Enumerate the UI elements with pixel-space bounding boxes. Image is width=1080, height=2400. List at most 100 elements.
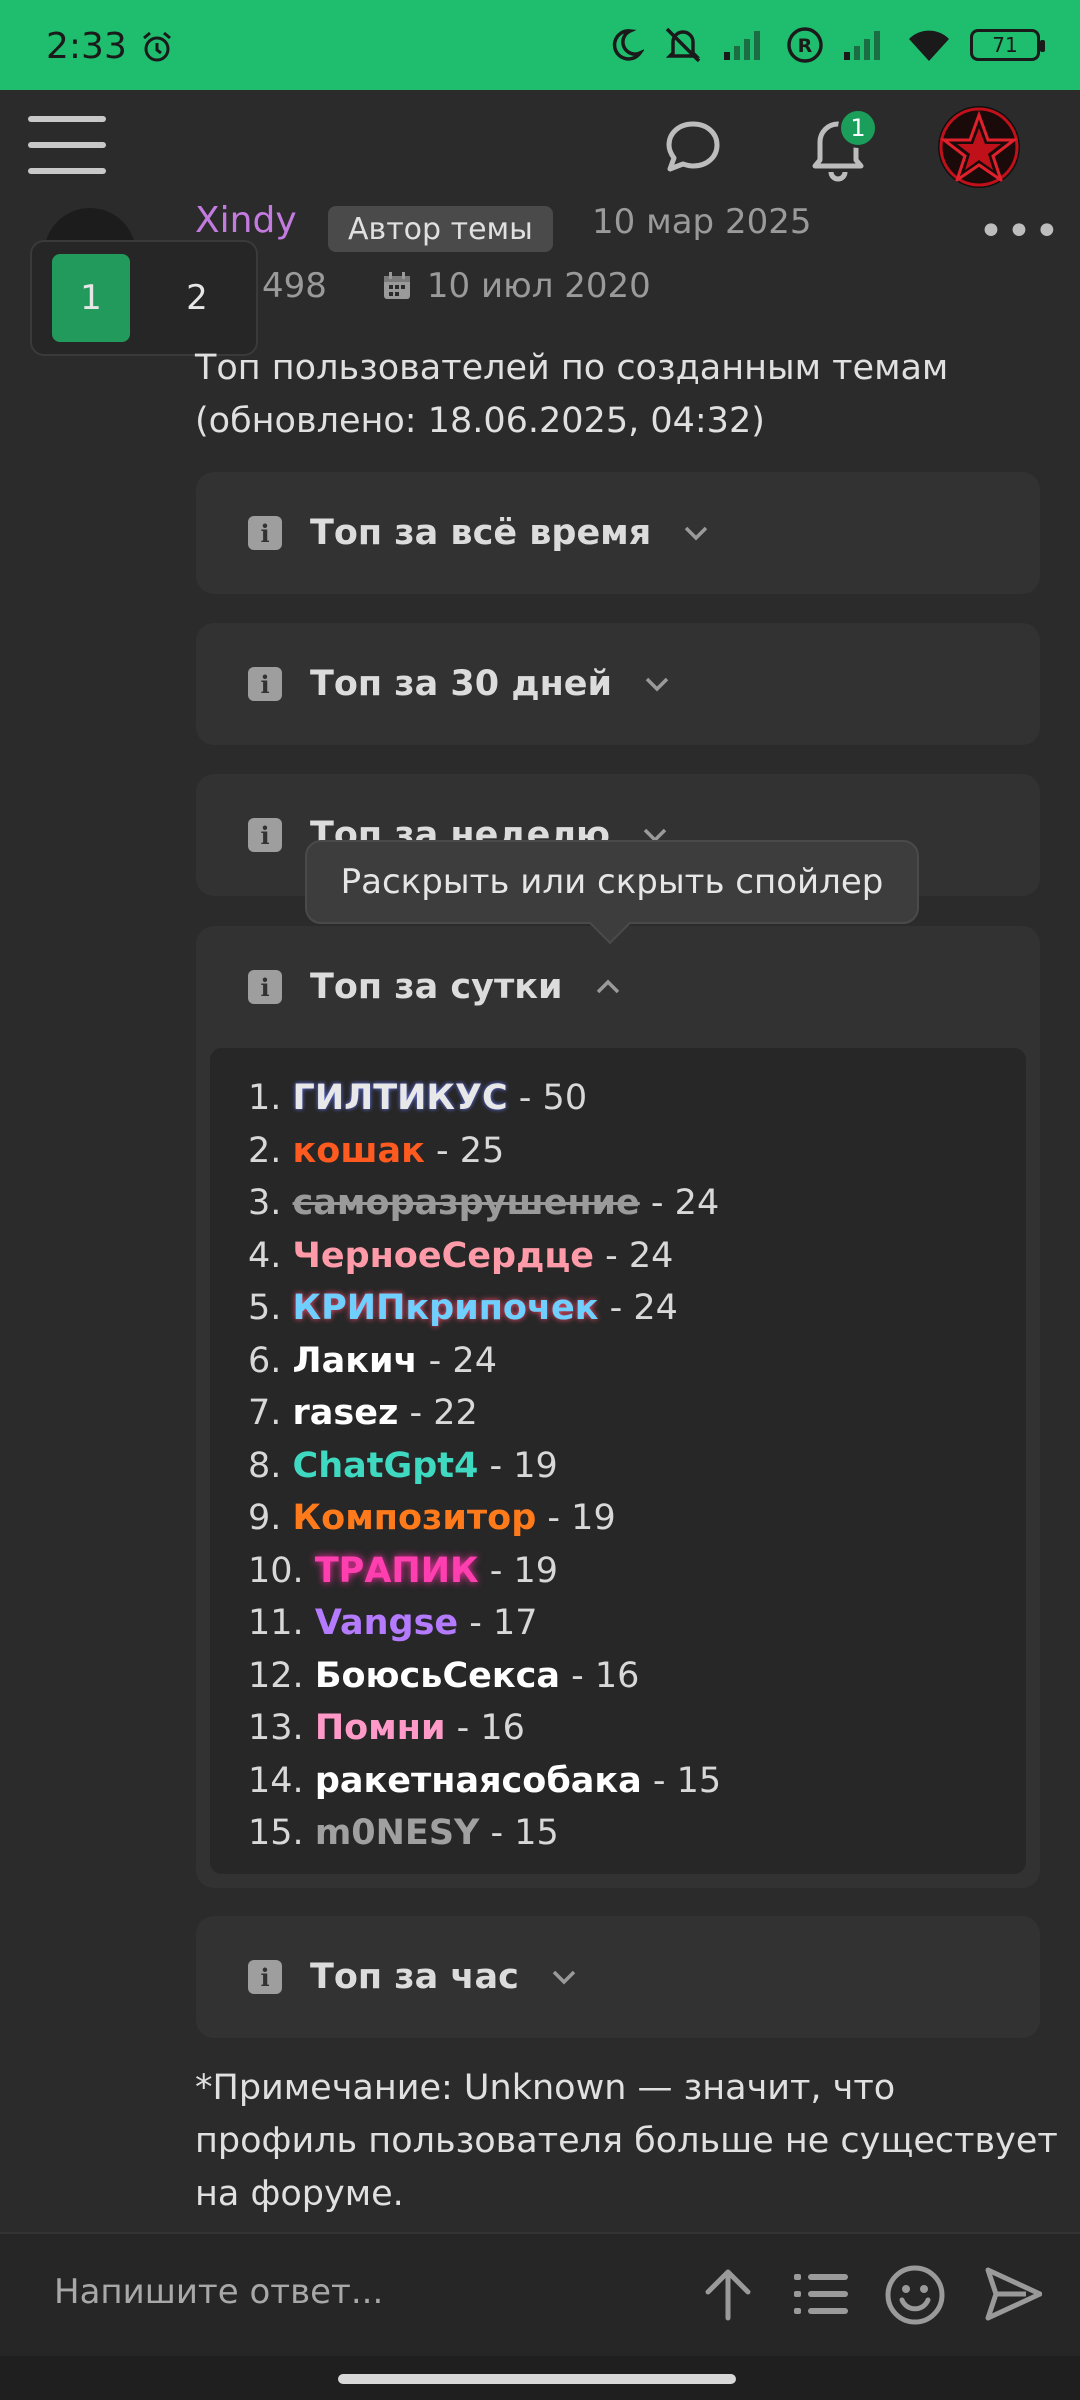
rank-number: 2.: [248, 1130, 282, 1171]
username-link[interactable]: m0NESY: [315, 1813, 480, 1853]
ranking-row: 2. кошак - 25: [248, 1125, 1026, 1178]
chevron-up-icon: [596, 979, 619, 994]
arrow-up-icon[interactable]: [700, 2264, 756, 2328]
chevron-down-icon: [685, 526, 708, 541]
info-icon: i: [248, 970, 282, 1004]
spoiler-label: Топ за сутки: [310, 967, 563, 1007]
author-meta: 498 10 июл 2020: [262, 266, 651, 306]
username-link[interactable]: ЧерноеСердце: [293, 1236, 594, 1276]
username-link[interactable]: ТРАПИК: [315, 1551, 479, 1591]
username-link[interactable]: Композитор: [293, 1498, 537, 1538]
battery-icon: 71: [970, 29, 1045, 61]
chevron-down-icon: [552, 1970, 576, 1985]
send-icon[interactable]: [984, 2264, 1043, 2328]
rank-number: 1.: [248, 1078, 282, 1118]
spoiler-hour[interactable]: i Топ за час: [196, 1916, 1040, 2038]
signal-2-icon: [844, 31, 880, 60]
rank-number: 10.: [248, 1550, 304, 1591]
smiley-icon[interactable]: [884, 2264, 946, 2330]
rank-number: 8.: [248, 1445, 282, 1486]
chat-bubble-icon[interactable]: [662, 116, 724, 182]
status-icons: R 71: [608, 22, 1045, 68]
ranking-row: 9. Композитор - 19: [248, 1492, 1026, 1545]
wifi-icon: [909, 30, 949, 61]
moon-icon: [612, 29, 644, 61]
status-time: 2:33: [46, 26, 127, 67]
post-note: *Примечание: Unknown — значит, что профи…: [195, 2068, 1058, 2214]
alarm-icon: [140, 30, 174, 68]
top-app-bar: 1: [0, 90, 1080, 210]
username-link[interactable]: КРИПкрипочек: [293, 1288, 599, 1328]
rank-score: - 15: [479, 1813, 559, 1853]
rank-score: - 19: [478, 1550, 559, 1591]
author-badge: Автор темы: [328, 206, 553, 252]
ranking-row: 3. саморазрушение - 24: [248, 1177, 1026, 1230]
spoiler-label: Топ за час: [310, 1957, 519, 1997]
spoiler-30-days[interactable]: i Топ за 30 дней: [196, 623, 1040, 745]
list-icon[interactable]: [792, 2264, 852, 2328]
rank-score: - 15: [641, 1760, 722, 1801]
signal-icon: [724, 31, 760, 60]
author-name[interactable]: Xindy: [195, 200, 297, 241]
page-1-button[interactable]: 1: [52, 254, 130, 342]
ranking-row: 14. ракетнаясобака - 15: [248, 1755, 1026, 1808]
system-nav-bar: [0, 2356, 1080, 2400]
spoiler-all-time[interactable]: i Топ за всё время: [196, 472, 1040, 594]
hamburger-menu-icon[interactable]: [28, 112, 106, 178]
username-link[interactable]: ракетнаясобака: [315, 1761, 642, 1801]
more-options-icon[interactable]: •••: [978, 206, 1062, 257]
ranking-row: 11. Vangse - 17: [248, 1597, 1026, 1650]
spoiler-tooltip: Раскрыть или скрыть спойлер: [305, 840, 919, 924]
rank-score: - 17: [458, 1603, 538, 1643]
info-icon: i: [248, 667, 282, 701]
post-intro: Топ пользователей по созданным темам (об…: [195, 348, 949, 441]
roaming-icon: R: [787, 27, 823, 63]
username-link[interactable]: БоюсьСекса: [315, 1656, 560, 1696]
calendar-icon: [383, 272, 410, 299]
username-link[interactable]: ГИЛТИКУС: [293, 1078, 508, 1118]
spoiler-label: Топ за 30 дней: [310, 664, 613, 704]
post-date[interactable]: 10 мар 2025: [592, 202, 811, 242]
rank-score: - 24: [639, 1183, 720, 1223]
notification-badge: 1: [838, 108, 878, 148]
rank-score: - 50: [507, 1078, 588, 1118]
rank-number: 14.: [248, 1760, 304, 1801]
rank-number: 5.: [248, 1288, 282, 1328]
username-link[interactable]: Лакич: [293, 1341, 418, 1381]
messages-count: 498: [262, 266, 327, 306]
rank-score: - 19: [478, 1445, 558, 1486]
rank-number: 13.: [248, 1708, 304, 1748]
rank-number: 7.: [248, 1393, 282, 1433]
user-avatar[interactable]: [938, 106, 1020, 188]
username-link[interactable]: кошак: [293, 1131, 425, 1171]
ranking-row: 12. БоюсьСекса - 16: [248, 1650, 1026, 1703]
ranking-row: 7. rasez - 22: [248, 1387, 1026, 1440]
rank-score: - 22: [398, 1393, 478, 1433]
registered-date: 10 июл 2020: [426, 266, 651, 306]
ranking-row: 5. КРИПкрипочек - 24: [248, 1282, 1026, 1335]
username-link[interactable]: ChatGpt4: [293, 1446, 479, 1486]
svg-text:R: R: [798, 35, 813, 57]
rank-score: - 24: [594, 1235, 674, 1276]
username-link[interactable]: саморазрушение: [293, 1183, 640, 1223]
page-2-button[interactable]: 2: [158, 254, 236, 342]
username-link[interactable]: Помни: [315, 1708, 446, 1748]
rank-score: - 16: [559, 1655, 640, 1696]
rank-score: - 24: [417, 1340, 497, 1381]
spoiler-day[interactable]: i Топ за сутки 1. ГИЛТИКУС - 50 2. кошак …: [196, 926, 1040, 1888]
pagination-popup: 1 2: [30, 240, 258, 356]
rank-score: - 25: [424, 1130, 505, 1171]
rank-score: - 16: [445, 1708, 525, 1748]
username-link[interactable]: rasez: [293, 1393, 399, 1433]
ranking-list: 1. ГИЛТИКУС - 50 2. кошак - 25 3. саморазр…: [210, 1048, 1026, 1874]
ranking-row: 6. Лакич - 24: [248, 1335, 1026, 1388]
info-icon: i: [248, 516, 282, 550]
reply-bar: [0, 2232, 1080, 2356]
chevron-down-icon: [645, 677, 669, 692]
username-link[interactable]: Vangse: [315, 1603, 458, 1643]
ranking-row: 8. ChatGpt4 - 19: [248, 1440, 1026, 1493]
reply-input[interactable]: [54, 2272, 654, 2312]
rank-number: 4.: [248, 1235, 282, 1276]
ranking-row: 13. Помни - 16: [248, 1702, 1026, 1755]
home-handle[interactable]: [338, 2374, 736, 2384]
